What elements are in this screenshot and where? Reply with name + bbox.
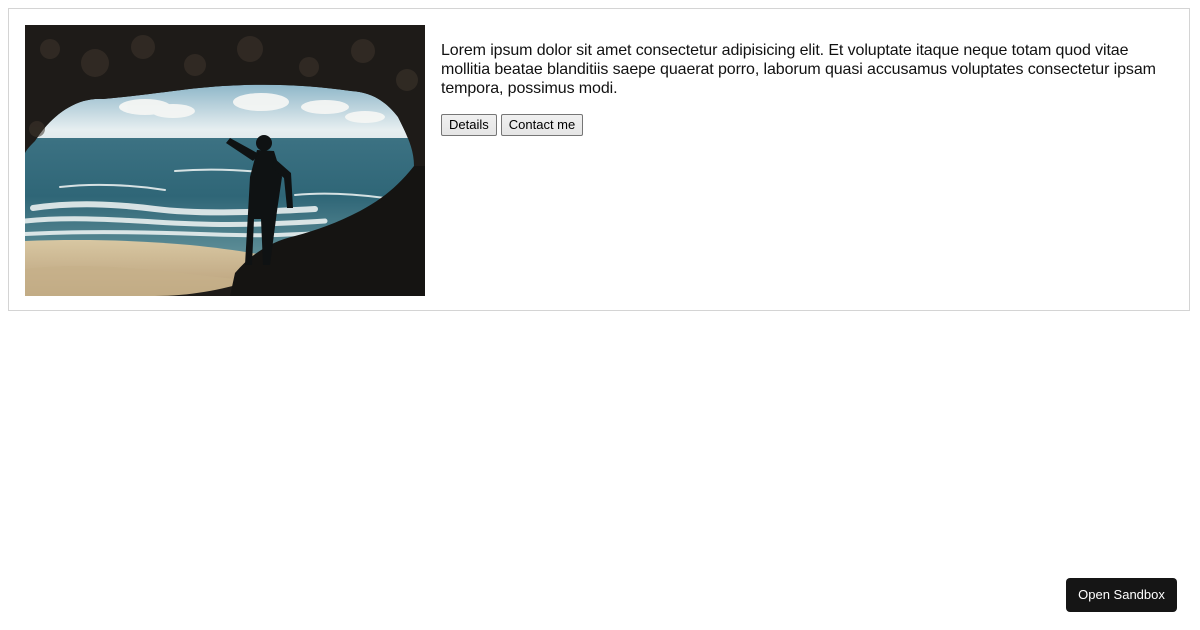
- card-actions: Details Contact me: [441, 114, 1176, 136]
- photo-illustration: [25, 25, 425, 296]
- profile-card: Lorem ipsum dolor sit amet consectetur a…: [8, 8, 1190, 311]
- card-description: Lorem ipsum dolor sit amet consectetur a…: [441, 42, 1156, 97]
- contact-me-button[interactable]: Contact me: [500, 114, 584, 136]
- card-content: Lorem ipsum dolor sit amet consectetur a…: [441, 41, 1176, 136]
- open-sandbox-button[interactable]: Open Sandbox: [1066, 578, 1177, 612]
- cave-ocean-image: [25, 25, 425, 296]
- details-button[interactable]: Details: [441, 114, 497, 136]
